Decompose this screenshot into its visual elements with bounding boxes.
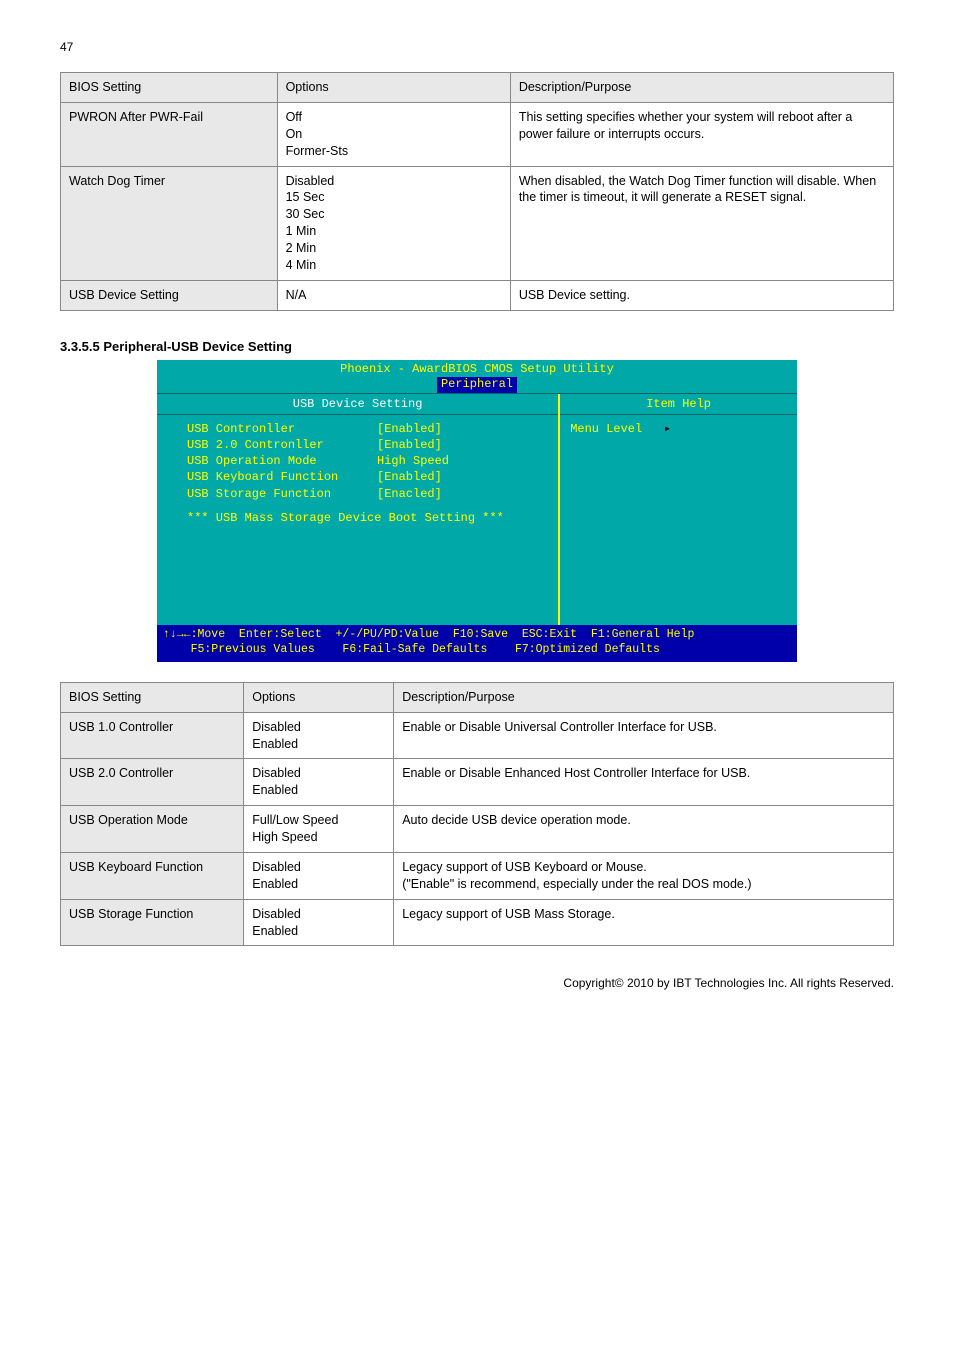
cell: Watch Dog Timer xyxy=(61,166,278,280)
cell: This setting specifies whether your syst… xyxy=(510,102,893,166)
table-row: USB Keyboard Function Disabled Enabled L… xyxy=(61,852,894,899)
th-desc: Description/Purpose xyxy=(510,73,893,103)
bios-item-label: USB Keyboard Function xyxy=(187,469,377,485)
bios-item-label: USB Storage Function xyxy=(187,486,377,502)
cell: N/A xyxy=(277,280,510,310)
bios-title-bar: Phoenix - AwardBIOS CMOS Setup Utility P… xyxy=(157,360,797,394)
cell: Legacy support of USB Keyboard or Mouse.… xyxy=(394,852,894,899)
cell: Full/Low Speed High Speed xyxy=(244,806,394,853)
bios-item-value: [Enabled] xyxy=(377,437,442,453)
table-row: USB 1.0 Controller Disabled Enabled Enab… xyxy=(61,712,894,759)
cell: PWRON After PWR-Fail xyxy=(61,102,278,166)
table-row: PWRON After PWR-Fail Off On Former-Sts T… xyxy=(61,102,894,166)
cell: Legacy support of USB Mass Storage. xyxy=(394,899,894,946)
table-row: USB Storage Function Disabled Enabled Le… xyxy=(61,899,894,946)
bios-screenshot: Phoenix - AwardBIOS CMOS Setup Utility P… xyxy=(157,360,797,662)
bios-left-content: USB Contronller[Enabled] USB 2.0 Contron… xyxy=(157,415,558,625)
cell: USB Storage Function xyxy=(61,899,244,946)
footer-copyright: Copyright© 2010 by IBT Technologies Inc.… xyxy=(60,976,894,990)
bios-right-header: Item Help xyxy=(560,394,797,415)
bios-footer: ↑↓→←:Move Enter:Select +/-/PU/PD:Value F… xyxy=(157,625,797,662)
section-title: Peripheral-USB Device Setting xyxy=(103,339,292,354)
cell: Disabled Enabled xyxy=(244,759,394,806)
cell: USB Device Setting xyxy=(61,280,278,310)
cell: USB Keyboard Function xyxy=(61,852,244,899)
table-row: Watch Dog Timer Disabled 15 Sec 30 Sec 1… xyxy=(61,166,894,280)
th-options: Options xyxy=(277,73,510,103)
bios-title-line2: Peripheral xyxy=(437,377,517,393)
th-bios-setting: BIOS Setting xyxy=(61,682,244,712)
bios-foot-line1: ↑↓→←:Move Enter:Select +/-/PU/PD:Value F… xyxy=(163,628,694,641)
bios-note: *** USB Mass Storage Device Boot Setting… xyxy=(187,510,550,526)
menu-level-label: Menu Level xyxy=(570,422,642,436)
th-desc: Description/Purpose xyxy=(394,682,894,712)
bios-item-value: [Enacled] xyxy=(377,486,442,502)
bios-item-value: [Enabled] xyxy=(377,469,442,485)
cell: Disabled Enabled xyxy=(244,899,394,946)
bios-title-line1: Phoenix - AwardBIOS CMOS Setup Utility xyxy=(157,362,797,378)
cell: Disabled Enabled xyxy=(244,852,394,899)
cell: USB 2.0 Controller xyxy=(61,759,244,806)
section-heading: 3.3.5.5 Peripheral-USB Device Setting xyxy=(60,339,894,354)
cell: Disabled Enabled xyxy=(244,712,394,759)
bios-item-label: USB Contronller xyxy=(187,421,377,437)
table-row: USB Device Setting N/A USB Device settin… xyxy=(61,280,894,310)
cell: When disabled, the Watch Dog Timer funct… xyxy=(510,166,893,280)
bios-right-content: Menu Level ▸ xyxy=(560,415,797,442)
cell: Disabled 15 Sec 30 Sec 1 Min 2 Min 4 Min xyxy=(277,166,510,280)
table-row: USB 2.0 Controller Disabled Enabled Enab… xyxy=(61,759,894,806)
cell: Auto decide USB device operation mode. xyxy=(394,806,894,853)
th-options: Options xyxy=(244,682,394,712)
cell: Enable or Disable Enhanced Host Controll… xyxy=(394,759,894,806)
table-bottom: BIOS Setting Options Description/Purpose… xyxy=(60,682,894,947)
bios-foot-line2: F5:Previous Values F6:Fail-Safe Defaults… xyxy=(163,643,660,656)
table-row: USB Operation Mode Full/Low Speed High S… xyxy=(61,806,894,853)
table-top: BIOS Setting Options Description/Purpose… xyxy=(60,72,894,311)
bios-left-header: USB Device Setting xyxy=(157,394,558,415)
triangle-icon: ▸ xyxy=(664,421,671,436)
cell: Enable or Disable Universal Controller I… xyxy=(394,712,894,759)
bios-item-label: USB 2.0 Contronller xyxy=(187,437,377,453)
th-bios-setting: BIOS Setting xyxy=(61,73,278,103)
bios-item-value: [Enabled] xyxy=(377,421,442,437)
page-number-top: 47 xyxy=(60,40,894,54)
bios-item-value: High Speed xyxy=(377,453,449,469)
cell: Off On Former-Sts xyxy=(277,102,510,166)
section-number: 3.3.5.5 xyxy=(60,339,100,354)
bios-item-label: USB Operation Mode xyxy=(187,453,377,469)
cell: USB Operation Mode xyxy=(61,806,244,853)
cell: USB 1.0 Controller xyxy=(61,712,244,759)
cell: USB Device setting. xyxy=(510,280,893,310)
